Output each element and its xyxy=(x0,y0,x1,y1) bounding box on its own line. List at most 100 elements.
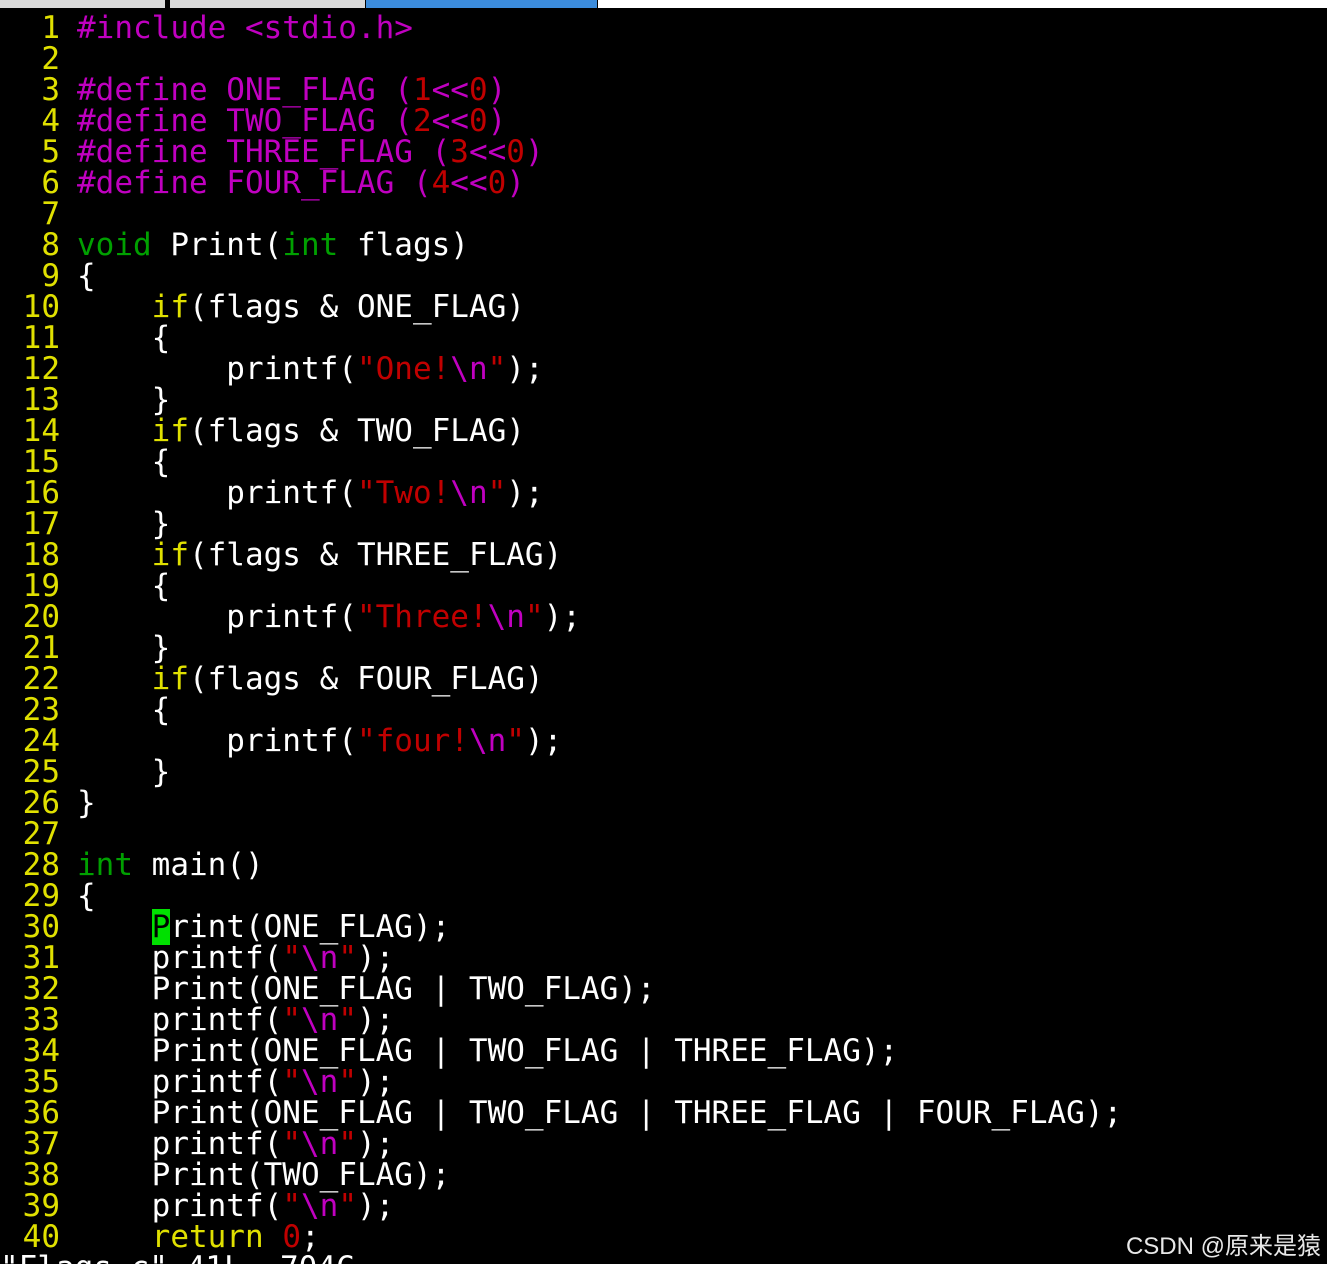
line-number: 15 xyxy=(22,444,60,480)
code-token: \n xyxy=(450,475,488,511)
code-text: if(flags & FOUR_FLAG) xyxy=(77,664,544,695)
code-token: "One! xyxy=(356,351,451,387)
code-token: " xyxy=(506,723,525,759)
line-number: 6 xyxy=(41,165,60,201)
code-text: { xyxy=(77,881,96,912)
line-number: 11 xyxy=(22,320,60,356)
code-line[interactable]: 12 printf("One!\n"); xyxy=(0,354,1327,385)
code-text: printf("\n"); xyxy=(77,1129,395,1160)
code-line[interactable]: 7 xyxy=(0,199,1327,230)
code-text: #define TWO_FLAG (2<<0) xyxy=(77,106,506,137)
code-text: Print(ONE_FLAG | TWO_FLAG | THREE_FLAG); xyxy=(77,1036,899,1067)
code-text: return 0; xyxy=(77,1222,320,1253)
tab-4[interactable] xyxy=(598,0,1327,8)
line-number: 13 xyxy=(22,382,60,418)
code-token: "Three! xyxy=(356,599,488,635)
code-token: 0 xyxy=(487,165,507,201)
code-line[interactable]: 20 printf("Three!\n"); xyxy=(0,602,1327,633)
code-line[interactable]: 27 xyxy=(0,819,1327,850)
code-text: if(flags & ONE_FLAG) xyxy=(77,292,525,323)
vim-editor[interactable]: 1 #include <stdio.h> 2 3 #define ONE_FLAG (1… xyxy=(0,13,1327,1253)
code-line[interactable]: 16 printf("Two!\n"); xyxy=(0,478,1327,509)
code-line[interactable]: 37 printf("\n"); xyxy=(0,1129,1327,1160)
code-text: printf("Two!\n"); xyxy=(77,475,543,511)
line-number: 33 xyxy=(22,1002,60,1038)
code-line[interactable]: 19 { xyxy=(0,571,1327,602)
code-line[interactable]: 39 printf("\n"); xyxy=(0,1191,1327,1222)
code-line[interactable]: 1 #include <stdio.h> xyxy=(0,13,1327,44)
code-token: (flags & FOUR_FLAG) xyxy=(188,661,544,697)
code-token: \n xyxy=(450,351,488,387)
code-text: int main() xyxy=(77,850,264,881)
code-text: Print(TWO_FLAG); xyxy=(77,1160,451,1191)
code-line[interactable]: 28 int main() xyxy=(0,850,1327,881)
code-line[interactable]: 30 Print(ONE_FLAG); xyxy=(0,909,1327,945)
code-text: #define THREE_FLAG (3<<0) xyxy=(77,137,544,168)
code-line[interactable]: 8 void Print(int flags) xyxy=(0,230,1327,261)
code-line[interactable]: 3 #define ONE_FLAG (1<<0) xyxy=(0,75,1327,106)
line-number: 30 xyxy=(22,909,60,945)
code-line[interactable]: 38 Print(TWO_FLAG); xyxy=(0,1160,1327,1191)
tab-1[interactable] xyxy=(0,0,165,8)
tab-2[interactable] xyxy=(170,0,365,8)
code-token: " xyxy=(487,475,507,511)
code-line[interactable]: 23 { xyxy=(0,695,1327,726)
code-text: { xyxy=(77,695,171,726)
code-token: } xyxy=(77,785,96,821)
code-line[interactable]: 6 #define FOUR_FLAG (4<<0) xyxy=(0,168,1327,199)
code-token: ); xyxy=(356,1188,395,1224)
code-line[interactable]: 22 if(flags & FOUR_FLAG) xyxy=(0,664,1327,695)
code-line[interactable]: 35 printf("\n"); xyxy=(0,1067,1327,1098)
code-token: \n xyxy=(487,599,525,635)
line-number: 17 xyxy=(22,506,60,542)
code-token: int xyxy=(282,227,339,263)
code-line[interactable]: 29 { xyxy=(0,881,1327,912)
code-token: main() xyxy=(133,847,264,883)
line-number: 2 xyxy=(41,41,60,77)
code-line[interactable]: 34 Print(ONE_FLAG | TWO_FLAG | THREE_FLA… xyxy=(0,1036,1327,1067)
code-token: #define FOUR_FLAG ( xyxy=(77,165,432,201)
code-line[interactable]: 21 } xyxy=(0,633,1327,664)
code-line[interactable]: 5 #define THREE_FLAG (3<<0) xyxy=(0,137,1327,168)
code-text: { xyxy=(77,447,171,478)
code-text: if(flags & THREE_FLAG) xyxy=(77,540,563,571)
code-line[interactable]: 15 { xyxy=(0,447,1327,478)
code-text: } xyxy=(77,385,171,416)
code-line[interactable]: 24 printf("four!\n"); xyxy=(0,726,1327,757)
code-token: (flags & TWO_FLAG) xyxy=(188,413,525,449)
code-token: << xyxy=(450,165,488,201)
code-line[interactable]: 2 xyxy=(0,44,1327,75)
line-number: 21 xyxy=(22,630,60,666)
code-line[interactable]: 11 { xyxy=(0,323,1327,354)
line-number: 12 xyxy=(22,351,60,387)
code-line[interactable]: 33 printf("\n"); xyxy=(0,1005,1327,1036)
code-line[interactable]: 18 if(flags & THREE_FLAG) xyxy=(0,540,1327,571)
line-number: 9 xyxy=(41,258,60,294)
code-line[interactable]: 14 if(flags & TWO_FLAG) xyxy=(0,416,1327,447)
code-line[interactable]: 31 printf("\n"); xyxy=(0,943,1327,974)
code-text: } xyxy=(77,788,96,819)
line-number: 7 xyxy=(41,196,60,232)
code-text: { xyxy=(77,323,171,354)
code-token: 4 xyxy=(431,165,451,201)
code-line[interactable]: 17 } xyxy=(0,509,1327,540)
code-text: printf("\n"); xyxy=(77,1005,395,1036)
code-token: ); xyxy=(543,599,581,635)
code-line[interactable]: 25 } xyxy=(0,757,1327,788)
tab-active[interactable] xyxy=(366,0,597,8)
code-line[interactable]: 4 #define TWO_FLAG (2<<0) xyxy=(0,106,1327,137)
code-token: \n xyxy=(468,723,507,759)
code-line[interactable]: 36 Print(ONE_FLAG | TWO_FLAG | THREE_FLA… xyxy=(0,1098,1327,1129)
code-line[interactable]: 26} xyxy=(0,788,1327,819)
code-token: "Two! xyxy=(356,475,451,511)
code-text: #define ONE_FLAG (1<<0) xyxy=(77,75,506,106)
code-line[interactable]: 32 Print(ONE_FLAG | TWO_FLAG); xyxy=(0,974,1327,1005)
code-text: printf("\n"); xyxy=(77,1067,395,1098)
code-line[interactable]: 13 } xyxy=(0,385,1327,416)
code-line[interactable]: 10 if(flags & ONE_FLAG) xyxy=(0,292,1327,323)
code-text: #include <stdio.h> xyxy=(77,13,413,44)
code-text: void Print(int flags) xyxy=(77,230,469,261)
code-line[interactable]: 9{ xyxy=(0,261,1327,292)
line-number: 18 xyxy=(22,537,60,573)
line-number: 27 xyxy=(22,816,60,852)
